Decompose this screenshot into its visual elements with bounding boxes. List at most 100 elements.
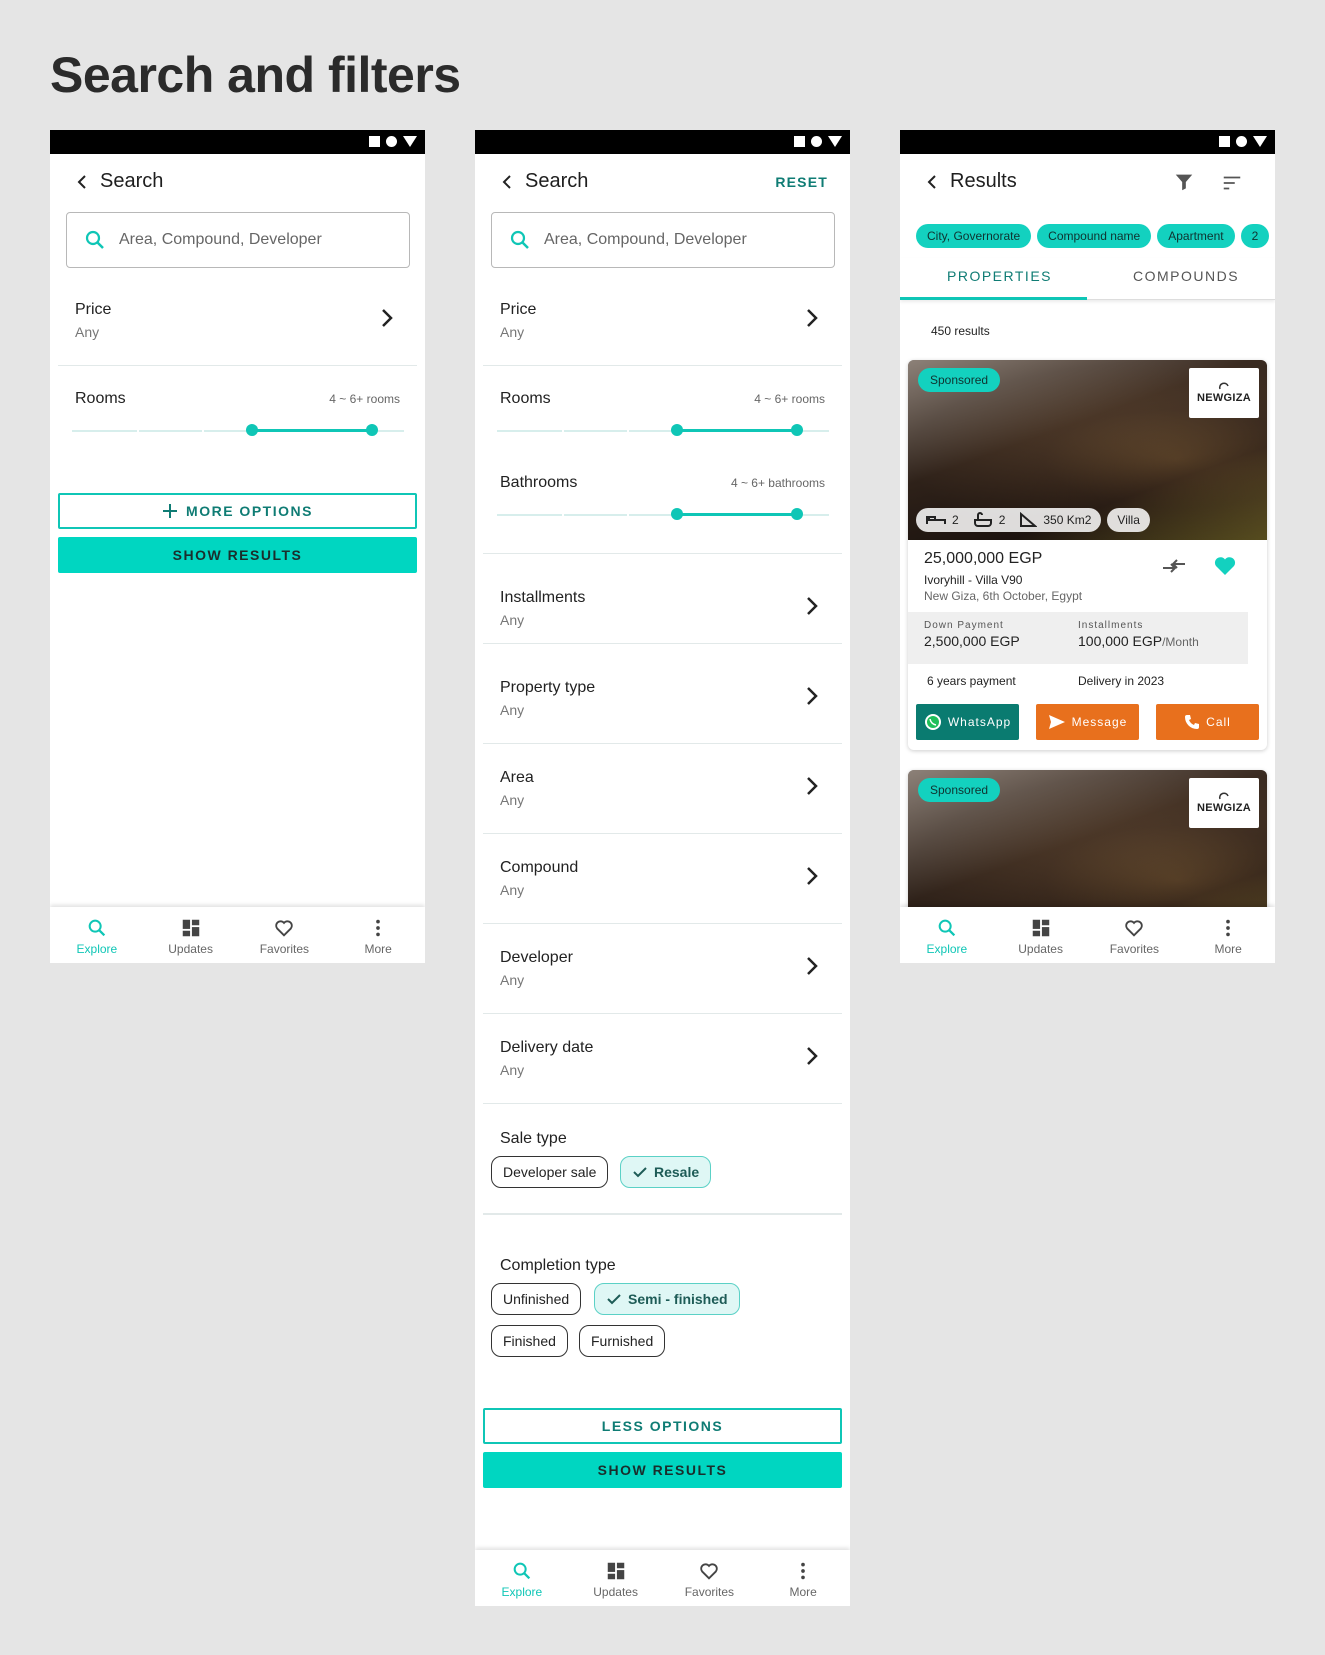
sponsored-badge: Sponsored <box>918 778 1001 802</box>
nav-label: Favorites <box>1109 942 1160 956</box>
filter-value: Any <box>500 972 525 988</box>
filter-label: Area <box>500 769 534 786</box>
filter-row-property-type[interactable]: Property type Any <box>483 654 842 744</box>
nav-more[interactable]: More <box>331 907 425 963</box>
check-icon <box>607 1294 621 1305</box>
property-features: 2 2 350 Km2 Villa <box>916 508 1150 532</box>
nav-label: Favorites <box>259 942 310 956</box>
chip-label: Semi - finished <box>628 1291 728 1307</box>
compare-icon[interactable] <box>1161 555 1187 577</box>
app-bar: Search <box>50 154 425 210</box>
search-icon <box>85 230 104 249</box>
property-type-pill: Villa <box>1107 508 1150 532</box>
dashboard-icon <box>1032 919 1049 937</box>
filter-row-price[interactable]: Price Any <box>58 276 417 366</box>
filter-row-developer[interactable]: Developer Any <box>483 924 842 1014</box>
sale-type-label: Sale type <box>500 1130 567 1147</box>
filter-row-price[interactable]: Price Any <box>483 276 842 366</box>
filter-label: Price <box>500 301 537 318</box>
slider-value: 4 ~ 6+ rooms <box>329 392 400 406</box>
sort-icon[interactable] <box>1221 172 1243 194</box>
nav-label: More <box>364 942 392 956</box>
search-placeholder: Area, Compound, Developer <box>119 231 322 248</box>
slider-max-handle[interactable] <box>791 424 803 436</box>
screen-title: Search <box>525 170 589 192</box>
chevron-right-icon <box>807 957 818 975</box>
installments-value: 100,000 EGP <box>1078 633 1163 649</box>
more-options-button[interactable]: MORE OPTIONS <box>58 493 417 529</box>
filter-label: Compound <box>500 859 579 876</box>
slider-max-handle[interactable] <box>366 424 378 436</box>
tag-city[interactable]: City, Governorate <box>916 224 1032 248</box>
chip-unfinished[interactable]: Unfinished <box>491 1283 582 1315</box>
nav-favorites[interactable]: Favorites <box>663 1550 757 1606</box>
heart-filled-icon[interactable] <box>1213 555 1237 577</box>
filter-value: Any <box>500 612 525 628</box>
nav-explore[interactable]: Explore <box>50 907 144 963</box>
show-results-button[interactable]: SHOW RESULTS <box>483 1452 842 1488</box>
newgiza-mark-icon <box>1218 382 1229 390</box>
slider-label: Rooms <box>500 390 551 407</box>
back-arrow-icon[interactable] <box>70 170 94 194</box>
property-image[interactable]: Sponsored NEWGIZA 2 2 350 Km2 Villa <box>908 360 1267 540</box>
search-input[interactable]: Area, Compound, Developer <box>66 212 410 268</box>
filter-icon[interactable] <box>1173 171 1195 193</box>
chip-furnished[interactable]: Furnished <box>579 1325 666 1357</box>
search-input[interactable]: Area, Compound, Developer <box>491 212 835 268</box>
slider-min-handle[interactable] <box>246 424 258 436</box>
triangle-icon <box>828 136 842 147</box>
nav-explore[interactable]: Explore <box>475 1550 569 1606</box>
chevron-right-icon <box>807 309 818 327</box>
nav-explore[interactable]: Explore <box>900 907 994 963</box>
tab-compounds[interactable]: COMPOUNDS <box>1133 268 1239 284</box>
slider-min-handle[interactable] <box>671 424 683 436</box>
search-icon <box>88 919 106 937</box>
nav-updates[interactable]: Updates <box>144 907 238 963</box>
tab-indicator <box>900 297 1087 300</box>
whatsapp-button[interactable]: WhatsApp <box>916 704 1019 740</box>
search-icon <box>510 230 529 249</box>
app-bar: Search RESET <box>475 154 850 210</box>
slider-max-handle[interactable] <box>791 508 803 520</box>
rooms-slider[interactable] <box>497 424 829 436</box>
back-arrow-icon[interactable] <box>495 170 519 194</box>
filter-row-delivery-date[interactable]: Delivery date Any <box>483 1014 842 1104</box>
rooms-slider[interactable] <box>72 424 404 436</box>
screen-title: Search <box>100 170 164 192</box>
show-results-button[interactable]: SHOW RESULTS <box>58 537 417 573</box>
slider-value: 4 ~ 6+ bathrooms <box>730 476 825 490</box>
message-label: Message <box>1071 715 1128 729</box>
chip-developer-sale[interactable]: Developer sale <box>491 1156 609 1188</box>
nav-label: Favorites <box>684 1585 735 1599</box>
search-icon <box>938 919 956 937</box>
chip-label: Resale <box>654 1164 700 1180</box>
nav-updates[interactable]: Updates <box>569 1550 663 1606</box>
filter-row-compound[interactable]: Compound Any <box>483 834 842 924</box>
tag-compound[interactable]: Compound name <box>1037 224 1152 248</box>
nav-favorites[interactable]: Favorites <box>1088 907 1182 963</box>
slider-min-handle[interactable] <box>671 508 683 520</box>
nav-favorites[interactable]: Favorites <box>238 907 332 963</box>
dashboard-icon <box>607 1562 624 1580</box>
nav-more[interactable]: More <box>1181 907 1275 963</box>
less-options-button[interactable]: LESS OPTIONS <box>483 1408 842 1444</box>
call-button[interactable]: Call <box>1156 704 1259 740</box>
bathrooms-slider[interactable] <box>497 508 829 520</box>
nav-updates[interactable]: Updates <box>994 907 1088 963</box>
nav-more[interactable]: More <box>756 1550 850 1606</box>
filter-row-installments[interactable]: Installments Any <box>483 554 842 644</box>
tab-properties[interactable]: PROPERTIES <box>947 268 1052 284</box>
sponsored-badge: Sponsored <box>918 368 1001 392</box>
nav-label: Explore <box>501 1585 543 1599</box>
chip-resale[interactable]: Resale <box>620 1156 712 1188</box>
filter-row-area[interactable]: Area Any <box>483 744 842 834</box>
chip-finished[interactable]: Finished <box>491 1325 568 1357</box>
tag-apartment[interactable]: Apartment <box>1157 224 1235 248</box>
property-card[interactable]: Sponsored NEWGIZA 2 2 350 Km2 Villa 25,0… <box>908 360 1267 750</box>
back-arrow-icon[interactable] <box>920 170 944 194</box>
reset-button[interactable]: RESET <box>775 174 828 190</box>
heart-outline-icon <box>275 920 294 937</box>
chip-semi-finished[interactable]: Semi - finished <box>594 1283 740 1315</box>
message-button[interactable]: Message <box>1036 704 1139 740</box>
tag-rooms[interactable]: 2 <box>1240 224 1270 248</box>
